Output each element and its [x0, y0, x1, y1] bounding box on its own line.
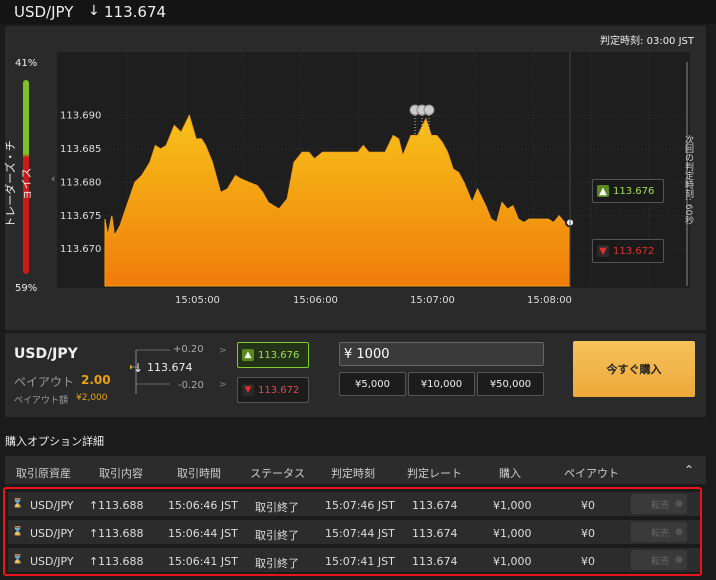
- highlight-box: [3, 487, 702, 576]
- trade-pair: USD/JPY: [14, 346, 78, 362]
- up-arrow-icon: ▲: [597, 185, 609, 197]
- up-arrow-icon: ▲: [242, 349, 254, 361]
- investment-amount-input[interactable]: ¥ 1000: [339, 342, 544, 366]
- col-judge-rate: 判定レート: [407, 467, 462, 480]
- col-time: 取引時間: [177, 467, 221, 480]
- x-tick-label: 15:08:00: [527, 295, 572, 306]
- buy-up-button[interactable]: ▲ 113.676: [237, 342, 309, 368]
- bid-down-value: 113.672: [613, 245, 655, 257]
- col-purchase: 購入: [499, 467, 521, 480]
- traders-choice-label: トレーダーズ・チョイス: [4, 140, 33, 228]
- down-arrow-icon: ▼: [242, 384, 254, 396]
- traders-choice-up-percent: 41%: [15, 58, 38, 69]
- col-judge-time: 判定時刻: [331, 467, 375, 480]
- judge-time: 判定時刻: 03:00 JST: [600, 32, 694, 47]
- pair-title: USD/JPY: [14, 3, 74, 21]
- price-area: [104, 114, 571, 287]
- upper-offset: +0.20: [173, 344, 204, 355]
- chevron-up-icon[interactable]: ⌃: [684, 463, 694, 477]
- col-asset: 取引原資産: [16, 467, 71, 480]
- y-tick-label: 113.680: [60, 177, 101, 188]
- chevron-right-icon: >: [219, 380, 227, 390]
- y-tick-label: 113.675: [60, 211, 101, 222]
- down-arrow-icon: ↓: [88, 3, 100, 19]
- bid-up-value: 113.676: [613, 185, 655, 197]
- next-judge-label: 次回の判定時刻: 60秒: [683, 135, 693, 225]
- bid-up-badge: ▲ 113.676: [592, 179, 664, 203]
- trade-current-rate: 113.674: [147, 361, 193, 374]
- down-arrow-icon: ▼: [597, 245, 609, 257]
- buy-down-button[interactable]: ▼ 113.672: [237, 377, 309, 403]
- col-content: 取引内容: [99, 467, 143, 480]
- trade-marker-icon: [423, 104, 435, 116]
- x-tick-label: 15:05:00: [175, 295, 220, 306]
- payout-label: ペイアウト: [14, 375, 75, 389]
- y-tick-label: 113.690: [60, 110, 101, 121]
- bid-down-badge: ▼ 113.672: [592, 239, 664, 263]
- preset-50000-button[interactable]: ¥50,000: [477, 372, 544, 396]
- col-payout: ペイアウト: [564, 467, 619, 480]
- y-tick-label: 113.685: [60, 144, 101, 155]
- col-status: ステータス: [250, 467, 305, 480]
- buy-down-label: 113.672: [258, 384, 300, 396]
- chevron-right-icon: >: [219, 346, 227, 356]
- payout-value: 2.00: [81, 373, 111, 387]
- x-tick-label: 15:06:00: [293, 295, 338, 306]
- payout-amount-label: ペイアウト額: [14, 396, 69, 406]
- lower-offset: -0.20: [178, 380, 204, 391]
- x-tick-label: 15:07:00: [410, 295, 455, 306]
- preset-10000-button[interactable]: ¥10,000: [408, 372, 475, 396]
- y-tick-label: 113.670: [60, 244, 101, 255]
- details-title: 購入オプション詳細: [5, 435, 104, 448]
- judge-time-value: 03:00 JST: [646, 36, 694, 47]
- current-rate: 113.674: [104, 3, 167, 21]
- preset-5000-button[interactable]: ¥5,000: [339, 372, 406, 396]
- payout-amount-value: ¥2,000: [76, 393, 108, 403]
- chevron-left-icon[interactable]: ‹: [51, 172, 55, 185]
- buy-up-label: 113.676: [258, 349, 300, 361]
- buy-now-button[interactable]: 今すぐ購入: [573, 341, 695, 397]
- traders-choice-down-percent: 59%: [15, 283, 38, 294]
- judge-time-label: 判定時刻:: [600, 36, 644, 47]
- down-arrow-icon: ↓: [133, 361, 144, 375]
